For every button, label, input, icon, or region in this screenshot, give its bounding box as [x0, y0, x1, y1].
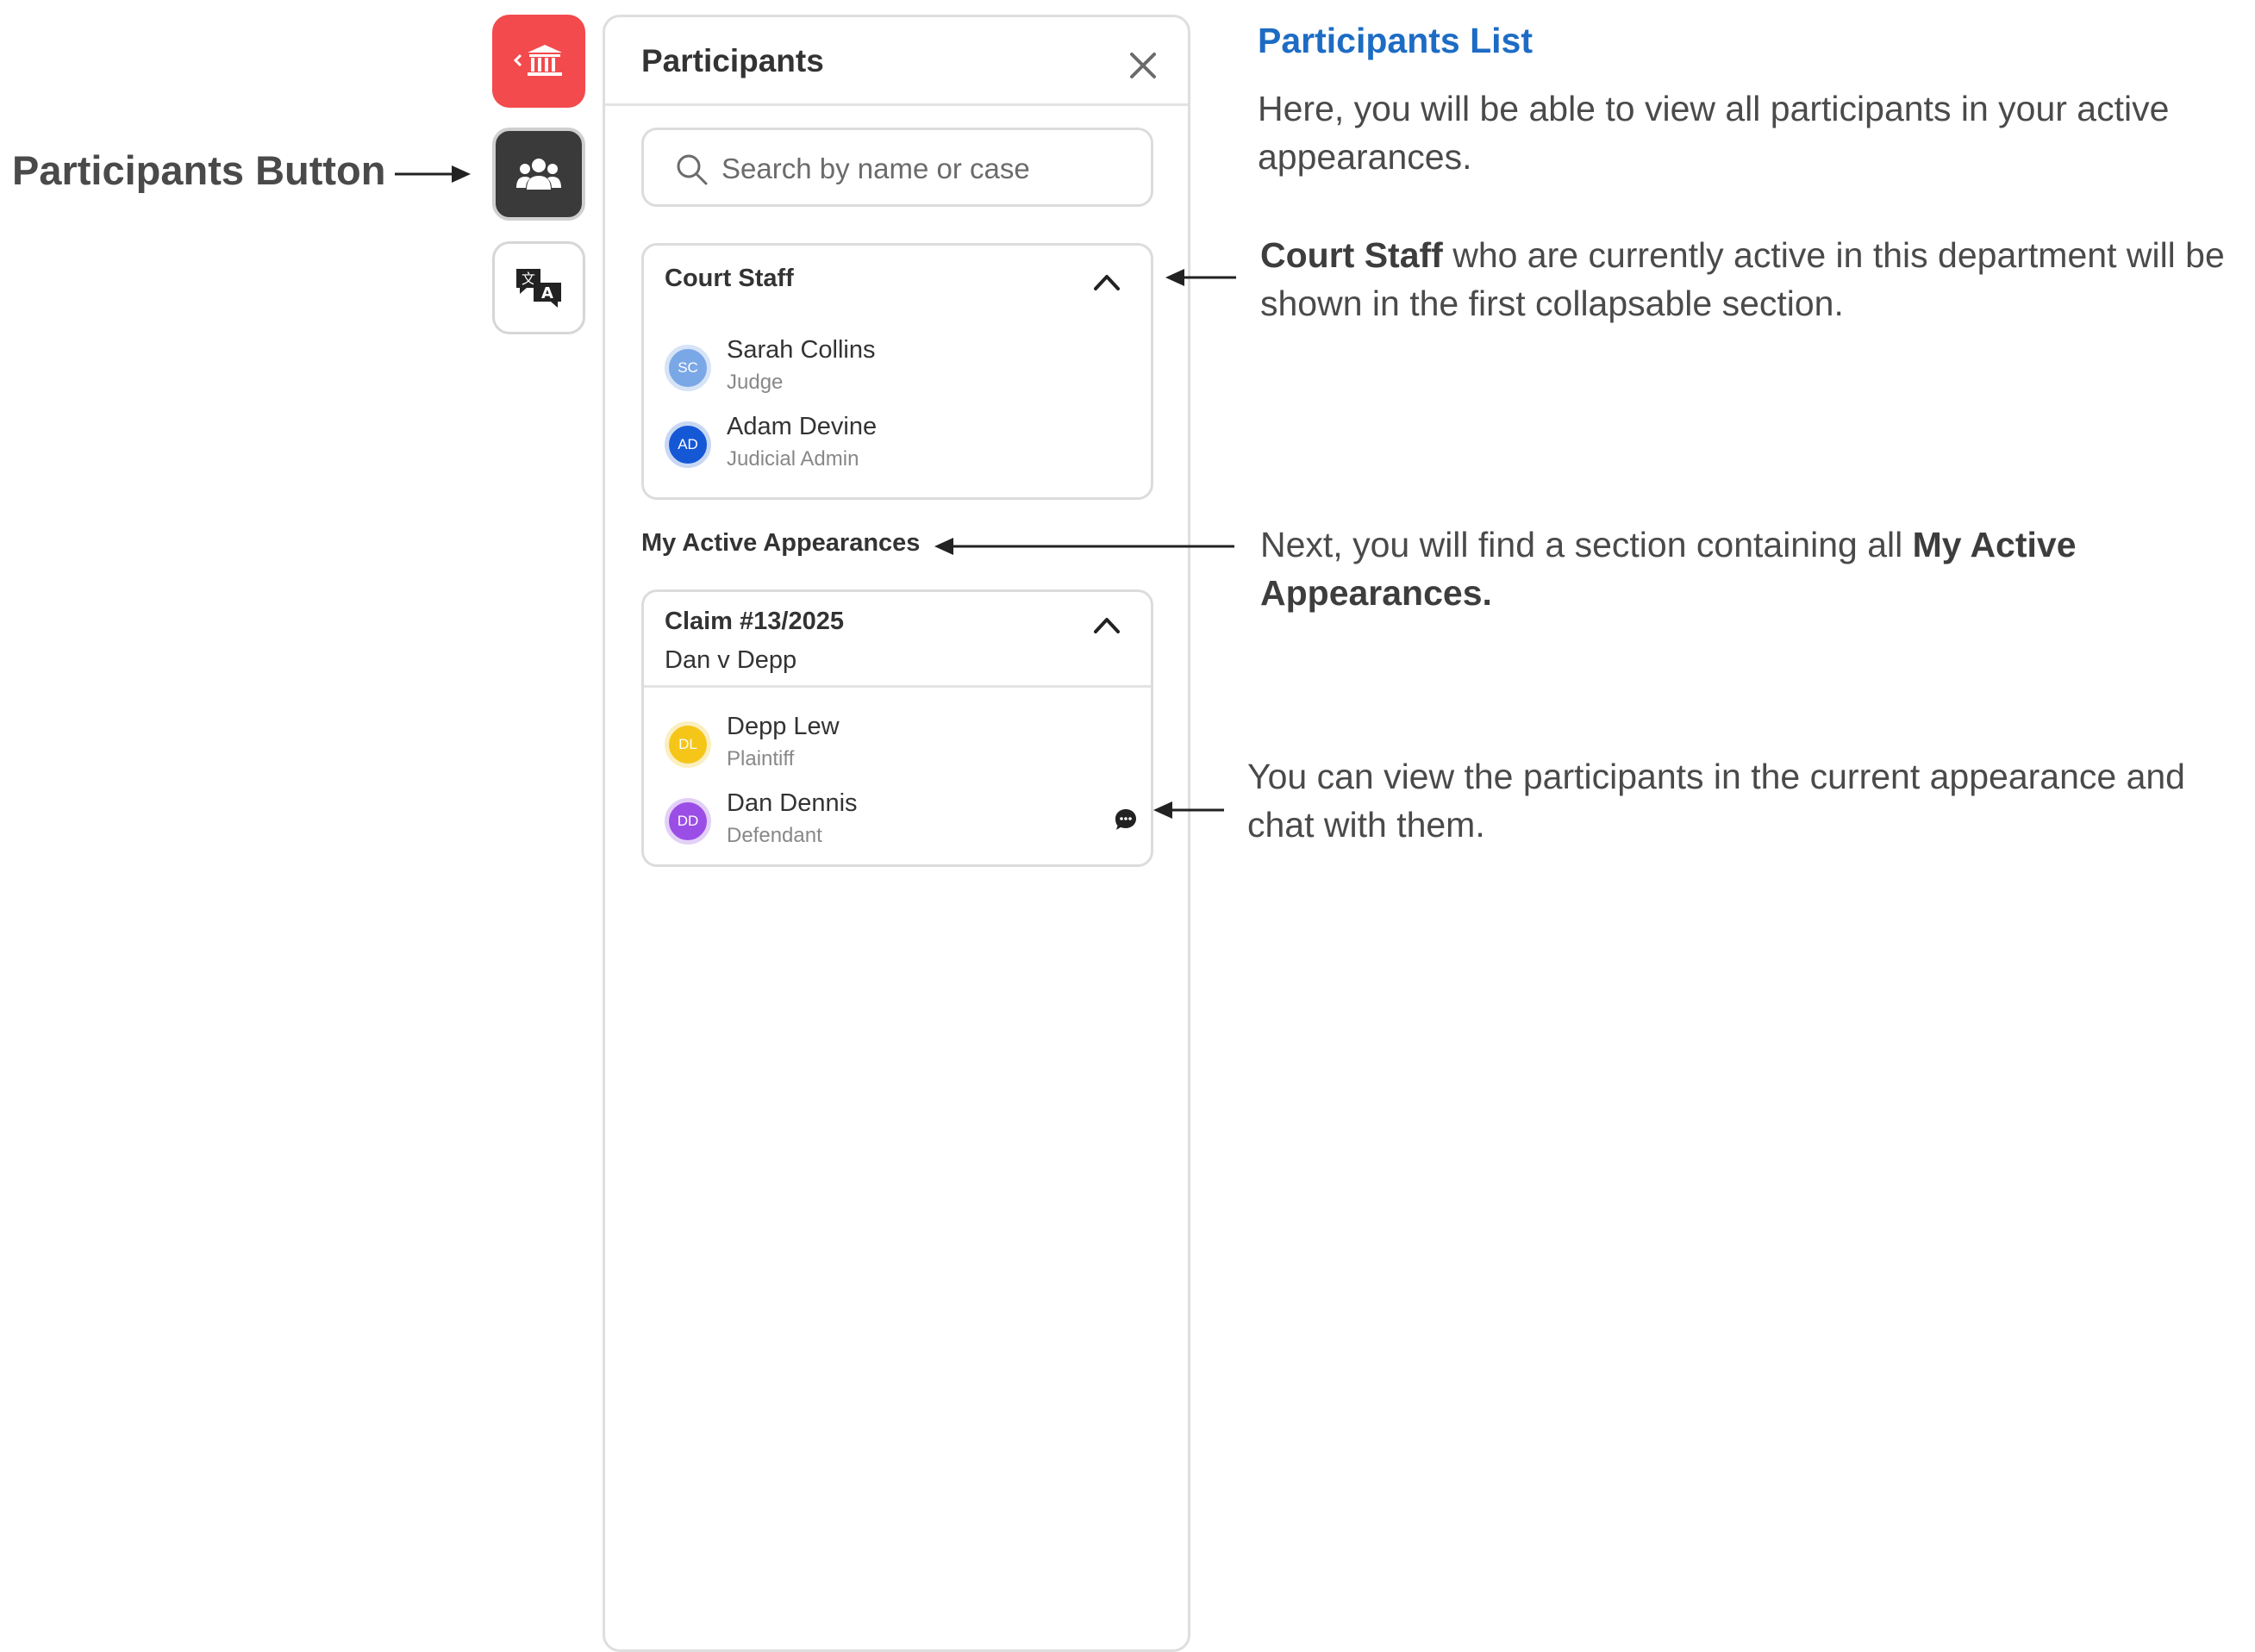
participant-name: Depp Lew	[727, 713, 840, 740]
participant-name: Adam Devine	[727, 413, 878, 440]
avatar: AD	[665, 421, 711, 468]
avatar: DD	[665, 798, 711, 845]
participant-role: Plaintiff	[727, 747, 795, 770]
court-staff-annotation-bold: Court Staff	[1260, 235, 1443, 275]
court-staff-annotation: Court Staff who are currently active in …	[1260, 231, 2243, 327]
claim-subtitle: Dan v Depp	[665, 646, 797, 674]
close-icon[interactable]	[1128, 50, 1159, 81]
translate-icon: 文 A	[516, 269, 561, 308]
list-item[interactable]: SC Sarah Collins Judge	[665, 336, 1130, 402]
courthouse-button[interactable]	[492, 15, 585, 108]
court-staff-title: Court Staff	[665, 265, 794, 292]
participants-button-annotation: Participants Button	[12, 147, 386, 193]
arrow-to-participants-button	[395, 165, 471, 183]
avatar: SC	[665, 345, 711, 391]
svg-text:A: A	[541, 284, 553, 302]
svg-text:文: 文	[522, 271, 535, 287]
participants-button[interactable]	[492, 128, 585, 221]
chat-annotation: You can view the participants in the cur…	[1247, 757, 2185, 845]
appearances-annotation-text: Next, you will find a section containing…	[1260, 525, 1913, 564]
arrow-to-appearances	[934, 538, 1234, 555]
arrow-to-court-staff	[1165, 269, 1236, 286]
appearances-annotation: Next, you will find a section containing…	[1260, 521, 2217, 617]
search-box[interactable]	[641, 128, 1153, 207]
participant-role: Defendant	[727, 824, 822, 847]
participants-panel: Participants Court Staff SC Sarah Collin…	[603, 15, 1190, 1652]
participant-role: Judicial Admin	[727, 447, 859, 471]
panel-title: Participants	[641, 43, 824, 78]
panel-header: Participants	[605, 17, 1188, 106]
court-staff-section: Court Staff SC Sarah Collins Judge AD Ad…	[641, 243, 1153, 500]
avatar: DL	[665, 721, 711, 768]
list-item[interactable]: AD Adam Devine Judicial Admin	[665, 413, 1130, 478]
participant-name: Dan Dennis	[727, 789, 858, 817]
divider	[644, 685, 1151, 688]
translate-button[interactable]: 文 A	[492, 241, 585, 334]
chat-icon[interactable]	[1113, 807, 1139, 832]
participants-list-heading: Participants List	[1258, 21, 1533, 60]
search-input[interactable]	[720, 149, 1137, 189]
courthouse-icon	[513, 45, 562, 76]
list-item[interactable]: DD Dan Dennis Defendant	[665, 789, 1136, 855]
participant-name: Sarah Collins	[727, 336, 876, 364]
search-icon	[677, 154, 708, 185]
chevron-up-icon[interactable]	[1092, 614, 1121, 635]
participant-role: Judge	[727, 371, 784, 394]
list-item[interactable]: DL Depp Lew Plaintiff	[665, 713, 1130, 778]
claim-title: Claim #13/2025	[665, 608, 844, 635]
intro-annotation: Here, you will be able to view all parti…	[1258, 89, 2170, 177]
my-active-appearances-label: My Active Appearances	[641, 529, 921, 557]
chevron-up-icon[interactable]	[1092, 271, 1121, 292]
participants-icon	[516, 159, 561, 190]
claim-section: Claim #13/2025 Dan v Depp DL Depp Lew Pl…	[641, 589, 1153, 867]
arrow-to-chat	[1153, 801, 1224, 819]
